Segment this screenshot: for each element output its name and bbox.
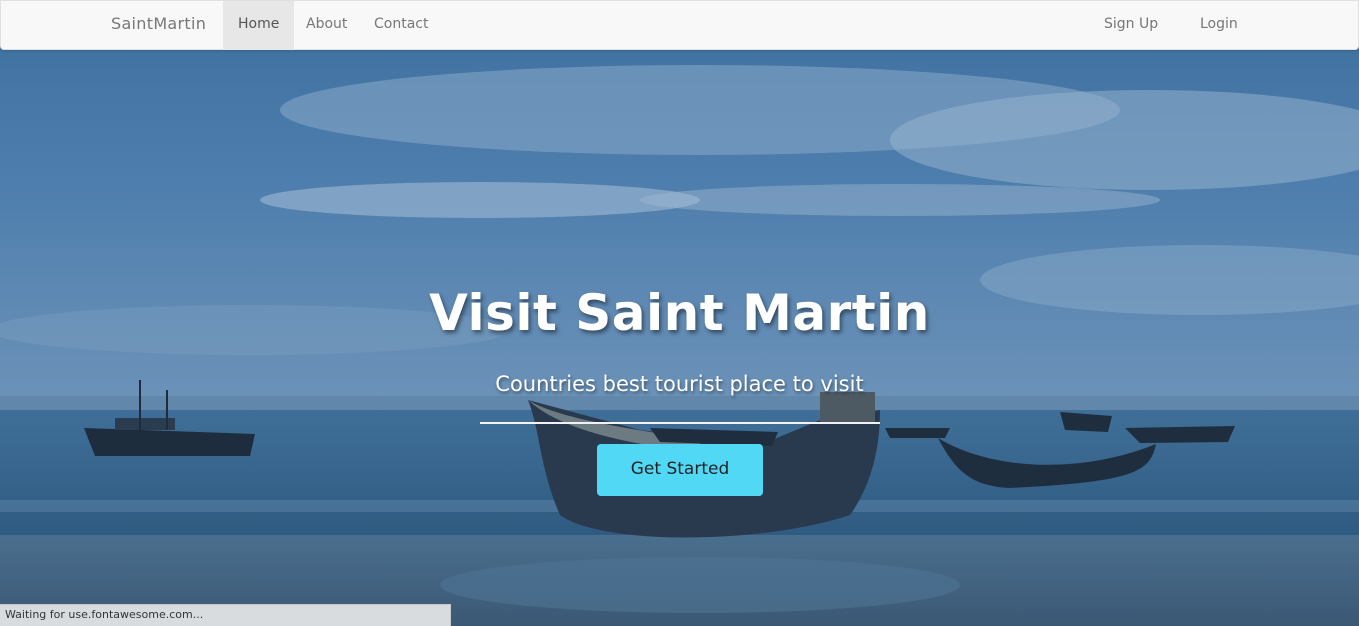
nav-link-home[interactable]: Home bbox=[223, 1, 295, 50]
nav-link-contact[interactable]: Contact bbox=[359, 1, 443, 50]
get-started-button[interactable]: Get Started bbox=[597, 444, 763, 496]
hero-title: Visit Saint Martin bbox=[429, 284, 930, 342]
brand-logo[interactable]: SaintMartin bbox=[111, 14, 206, 33]
nav-link-about[interactable]: About bbox=[291, 1, 362, 50]
nav-link-sign-up[interactable]: Sign Up bbox=[1089, 1, 1173, 50]
browser-status-bar: Waiting for use.fontawesome.com... bbox=[0, 604, 451, 626]
hero-divider bbox=[480, 422, 880, 424]
nav-link-login[interactable]: Login bbox=[1185, 1, 1253, 50]
hero-subtitle: Countries best tourist place to visit bbox=[495, 372, 864, 396]
navbar: SaintMartin Home About Contact Sign Up L… bbox=[0, 0, 1359, 50]
